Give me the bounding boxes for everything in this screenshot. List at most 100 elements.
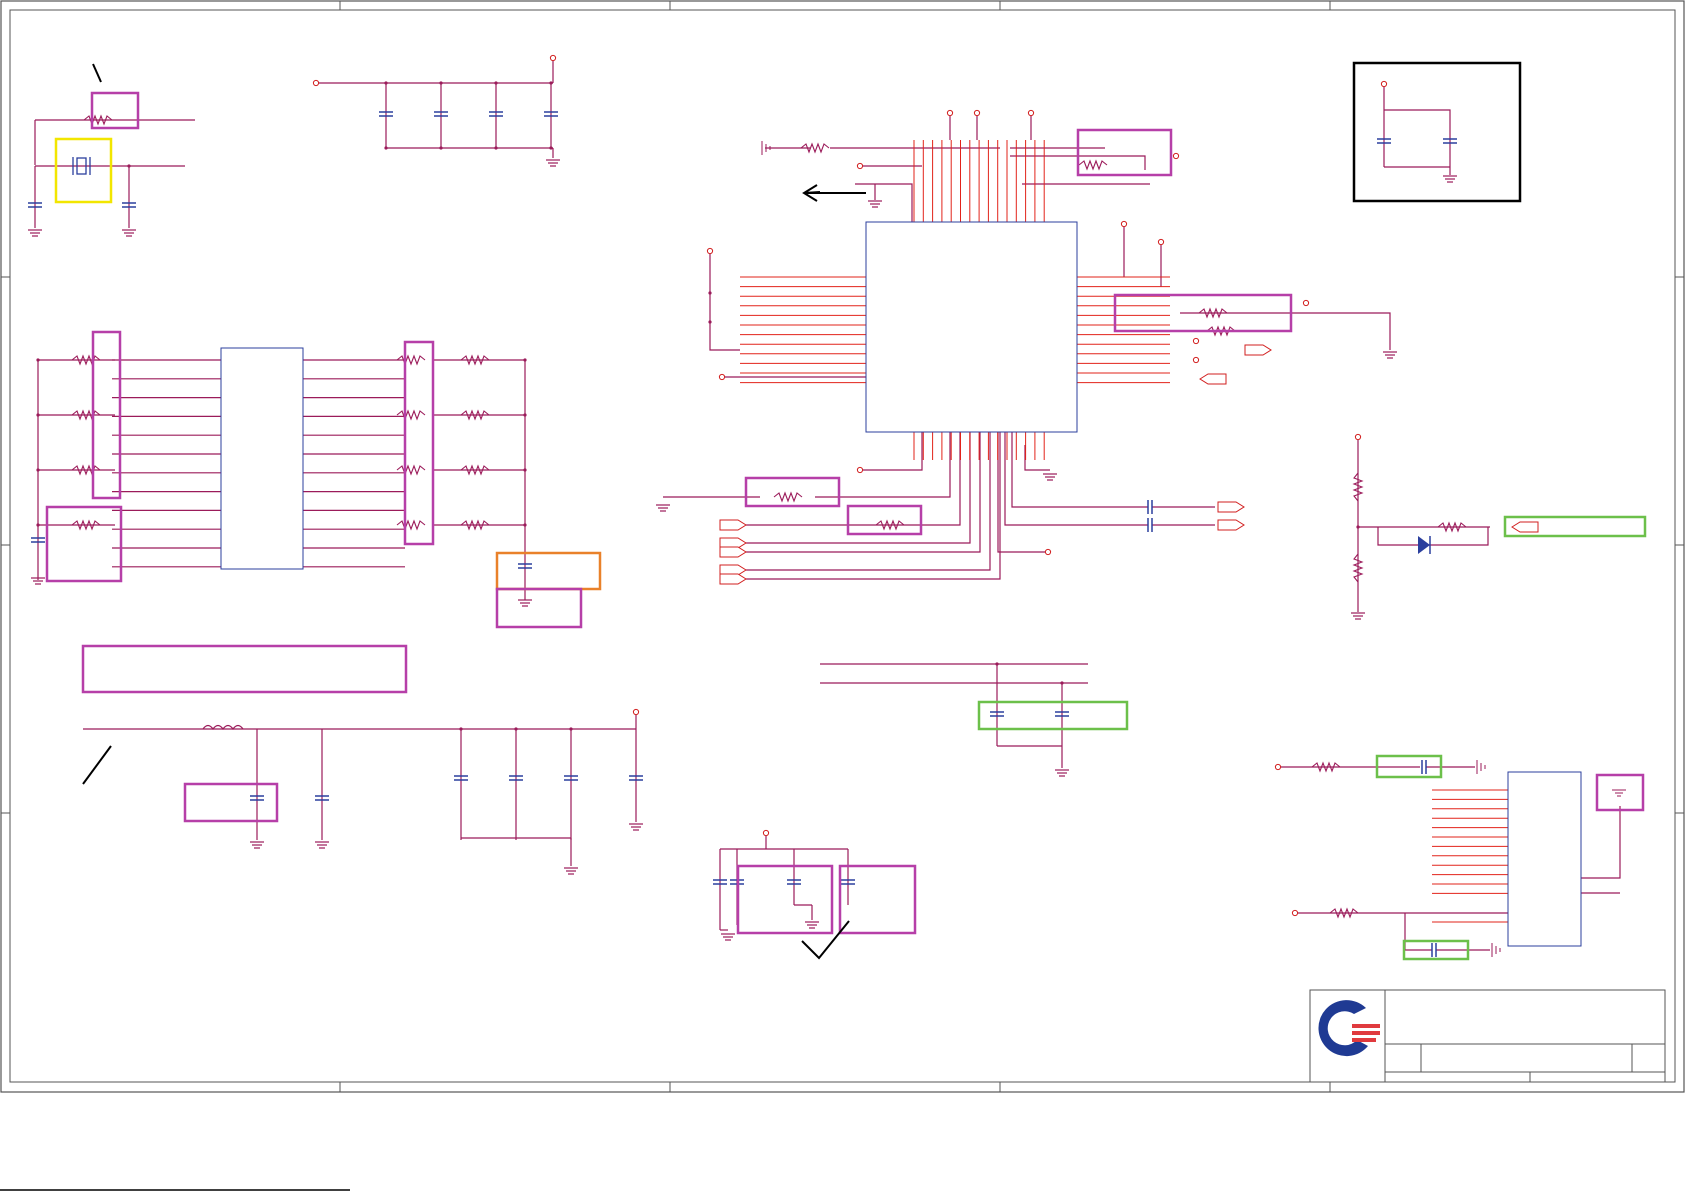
junction-dot	[36, 468, 40, 472]
net-port	[1199, 373, 1227, 385]
junction-dot	[1356, 525, 1360, 529]
highlight-box	[403, 340, 435, 546]
resistor-symbol	[1078, 159, 1108, 171]
ground-symbol	[721, 933, 735, 941]
ground-symbol	[1612, 789, 1626, 797]
decoupling-inset	[1352, 61, 1522, 203]
power-pin	[856, 162, 864, 170]
junction-dot	[494, 81, 498, 85]
highlight-box	[736, 864, 834, 935]
wire	[1004, 432, 1148, 526]
connector-ic	[1507, 771, 1582, 947]
diode-symbol	[1418, 536, 1430, 554]
highlight-box	[846, 504, 923, 536]
ground-symbol	[546, 159, 560, 167]
junction-dot	[1060, 681, 1064, 685]
junction-dot	[523, 523, 527, 527]
net-port	[1244, 344, 1272, 356]
ground-symbol	[28, 229, 42, 237]
power-pin	[1120, 220, 1128, 228]
highlight-box	[183, 782, 279, 823]
wire	[855, 183, 913, 222]
capacitor-symbol	[1421, 760, 1427, 774]
highlight-box	[1076, 128, 1173, 177]
capacitor-symbol	[1431, 943, 1437, 957]
net-port	[1217, 519, 1245, 531]
power-pin	[1302, 299, 1310, 307]
junction-dot	[523, 468, 527, 472]
net-port	[1511, 521, 1539, 533]
annotation-slash	[92, 63, 102, 83]
wire	[1384, 109, 1451, 167]
capacitor-symbol	[1147, 500, 1153, 514]
ground-symbol	[805, 921, 819, 929]
power-pin	[1044, 548, 1052, 556]
junction-dot	[569, 727, 573, 731]
ground-symbol	[518, 599, 532, 607]
resistor-symbol	[396, 519, 426, 531]
highlight-box	[495, 587, 583, 629]
ground-symbol	[656, 504, 670, 512]
junction-dot	[36, 523, 40, 527]
capacitor-symbol	[1147, 518, 1153, 532]
ground-symbol	[1351, 612, 1365, 620]
power-pin	[946, 109, 954, 117]
junction-dot	[549, 146, 553, 150]
ground-symbol	[1476, 760, 1486, 774]
highlight-box	[45, 505, 123, 583]
ground-symbol	[629, 823, 643, 831]
power-pin	[856, 466, 864, 474]
wire	[862, 432, 923, 471]
power-pin	[1172, 152, 1180, 160]
main-ic	[865, 221, 1078, 433]
annotation-slash	[82, 745, 112, 785]
junction-dot	[514, 727, 518, 731]
power-pin	[718, 373, 726, 381]
schematic-canvas	[0, 0, 1685, 1191]
junction-dot	[494, 146, 498, 150]
ground-symbol	[1043, 473, 1057, 481]
net-port	[719, 519, 747, 531]
power-pin	[1192, 356, 1200, 364]
ground-symbol	[1383, 351, 1397, 359]
power-pin	[1291, 909, 1299, 917]
title-block	[1309, 989, 1666, 1083]
junction-dot	[708, 291, 712, 295]
highlight-box	[54, 137, 113, 204]
junction-dot	[439, 146, 443, 150]
resistor-symbol	[773, 491, 803, 503]
junction-dot	[127, 164, 131, 168]
power-pin	[1027, 109, 1035, 117]
ground-symbol	[1055, 769, 1069, 777]
wire	[1377, 527, 1489, 546]
junction-dot	[459, 727, 463, 731]
power-pin	[1380, 80, 1388, 88]
net-port	[719, 573, 747, 585]
wire	[1024, 445, 1050, 471]
wire	[815, 432, 951, 498]
junction-dot	[549, 81, 553, 85]
highlight-box	[744, 476, 841, 508]
wire	[709, 254, 740, 351]
junction-dot	[523, 358, 527, 362]
ground-symbol	[122, 229, 136, 237]
junction-dot	[708, 320, 712, 324]
power-pin	[1157, 238, 1165, 246]
company-logo-icon	[1318, 1000, 1380, 1057]
resistor-symbol	[396, 409, 426, 421]
junction-dot	[384, 146, 388, 150]
wire	[1581, 806, 1621, 879]
junction-dot	[36, 358, 40, 362]
power-pin	[1274, 763, 1282, 771]
power-pin	[312, 79, 320, 87]
buffer-ic	[220, 347, 304, 570]
junction-dot	[995, 662, 999, 666]
highlight-box	[81, 644, 408, 694]
ground-symbol	[868, 200, 882, 208]
junction-dot	[523, 413, 527, 417]
power-pin	[706, 247, 714, 255]
checkmark-icon	[801, 920, 850, 960]
highlight-box	[838, 864, 917, 935]
ground-symbol	[1443, 175, 1457, 183]
power-pin	[973, 109, 981, 117]
